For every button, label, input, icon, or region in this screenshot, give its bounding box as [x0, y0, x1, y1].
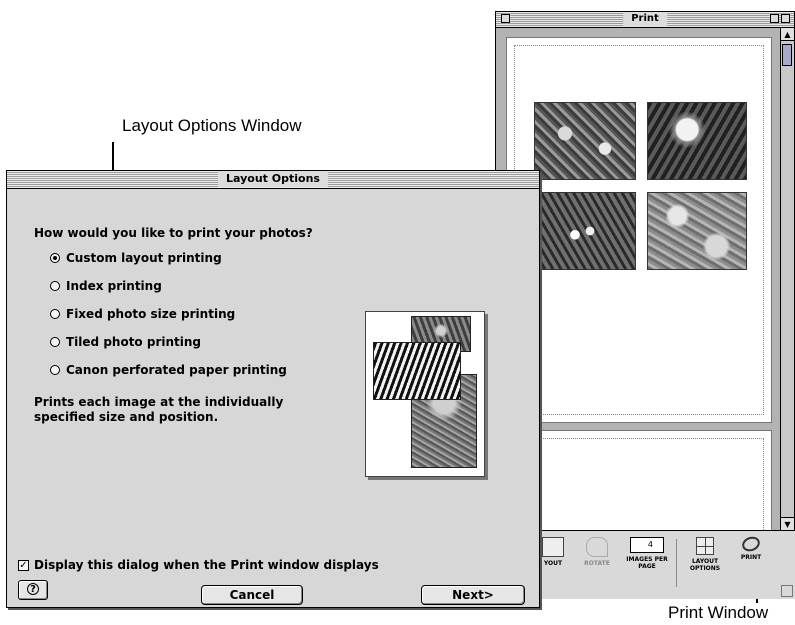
layout-options-icon [696, 537, 714, 555]
rotate-tool-label: ROTATE [584, 560, 610, 567]
print-tool-label: PRINT [740, 554, 762, 561]
radio-fixed-photo-size[interactable]: Fixed photo size printing [50, 306, 235, 322]
printable-area-border [514, 438, 764, 532]
images-per-page-label: IMAGES PER PAGE [626, 556, 668, 570]
photo-thumbnail[interactable] [647, 102, 747, 180]
radio-index-printing[interactable]: Index printing [50, 278, 162, 294]
scroll-down-arrow-icon[interactable]: ▼ [781, 517, 794, 530]
resize-grip-icon[interactable] [781, 585, 793, 597]
radio-button-icon[interactable] [50, 309, 60, 319]
layout-options-tool-button[interactable]: LAYOUT OPTIONS [680, 533, 730, 572]
rotate-icon [586, 537, 608, 557]
images-per-page-control[interactable]: 4 IMAGES PER PAGE [620, 533, 674, 570]
preview-page-2 [506, 430, 772, 540]
help-button[interactable]: ? [18, 580, 48, 600]
option-description: Prints each image at the individually sp… [34, 395, 334, 425]
checkbox-checked-icon[interactable]: ✓ [18, 559, 29, 571]
vertical-scrollbar[interactable]: ▲ ▼ [780, 28, 794, 530]
images-per-page-value: 4 [647, 540, 653, 549]
layout-icon [542, 537, 564, 557]
radio-button-icon[interactable] [50, 281, 60, 291]
checkbox-label: Display this dialog when the Print windo… [34, 558, 379, 572]
layout-options-window-callout: Layout Options Window [122, 116, 302, 135]
scrollbar-thumb[interactable] [782, 44, 792, 66]
print-window-title: Print [623, 12, 667, 26]
cancel-button[interactable]: Cancel [201, 585, 303, 605]
preview-photo-zebra [373, 342, 461, 400]
print-tool-button[interactable]: PRINT [726, 533, 776, 561]
radio-custom-layout[interactable]: Custom layout printing [50, 250, 222, 266]
print-toolbar: YOUT ROTATE 4 IMAGES PER PAGE LAYOUT OPT… [496, 530, 795, 599]
printer-icon [740, 534, 762, 554]
collapse-box-icon[interactable] [781, 14, 790, 23]
radio-label: Index printing [66, 279, 162, 293]
print-window-callout: Print Window [668, 603, 769, 622]
radio-label: Tiled photo printing [66, 335, 201, 349]
question-mark-icon: ? [27, 583, 39, 595]
layout-options-dialog: Layout Options How would you like to pri… [6, 170, 540, 608]
photo-thumbnail[interactable] [647, 192, 747, 270]
radio-label: Fixed photo size printing [66, 307, 236, 321]
radio-button-icon[interactable] [50, 337, 60, 347]
close-box-icon[interactable] [501, 14, 510, 23]
radio-tiled-photo[interactable]: Tiled photo printing [50, 334, 201, 350]
radio-canon-perforated[interactable]: Canon perforated paper printing [50, 362, 287, 378]
zoom-box-icon[interactable] [770, 14, 779, 23]
photo-thumbnail[interactable] [534, 192, 636, 270]
layout-preview-image [365, 311, 485, 477]
description-line-2: specified size and position. [34, 410, 219, 424]
radio-button-icon[interactable] [50, 365, 60, 375]
description-line-1: Prints each image at the individually [34, 395, 284, 409]
next-button[interactable]: Next> [421, 585, 525, 605]
rotate-tool-button[interactable]: ROTATE [572, 533, 622, 567]
layout-options-titlebar[interactable]: Layout Options [7, 171, 539, 189]
radio-button-icon[interactable] [50, 253, 60, 263]
photo-thumbnail[interactable] [534, 102, 636, 180]
display-dialog-checkbox-row[interactable]: ✓ Display this dialog when the Print win… [18, 557, 379, 573]
print-question: How would you like to print your photos? [34, 226, 313, 240]
radio-label: Canon perforated paper printing [66, 363, 287, 377]
layout-options-tool-label: LAYOUT OPTIONS [689, 558, 721, 572]
print-window: Print ▲ ▼ YOUT ROTATE 4 IMAGES PER PAGE … [495, 11, 795, 599]
toolbar-divider [676, 539, 677, 587]
print-window-titlebar[interactable]: Print [496, 12, 794, 28]
scroll-up-arrow-icon[interactable]: ▲ [781, 28, 794, 41]
preview-page-1 [506, 37, 772, 423]
radio-label: Custom layout printing [66, 251, 222, 265]
dialog-title: Layout Options [218, 171, 328, 187]
images-per-page-stepper-icon[interactable]: 4 [630, 537, 664, 553]
